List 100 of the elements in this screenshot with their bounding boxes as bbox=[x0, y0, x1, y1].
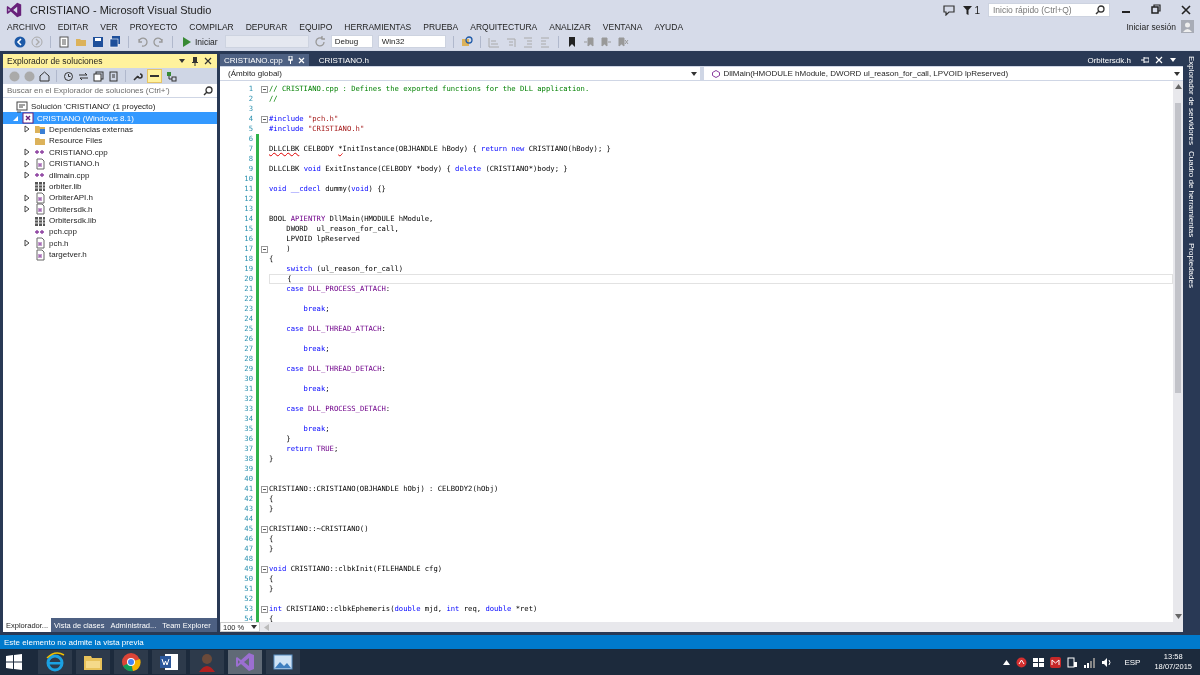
notifications-button[interactable]: 1 bbox=[963, 4, 980, 16]
taskbar-app[interactable] bbox=[266, 650, 300, 674]
preview-tab[interactable]: Orbitersdk.h bbox=[1083, 54, 1135, 66]
tool-window-tab[interactable]: Cuadro de herramientas bbox=[1187, 150, 1196, 238]
configuration-dropdown[interactable]: Debug bbox=[330, 35, 373, 48]
menu-item[interactable]: PROYECTO bbox=[128, 21, 184, 32]
menu-item[interactable]: VER bbox=[99, 21, 124, 32]
tree-item[interactable]: CRISTIANO.h bbox=[3, 157, 217, 170]
save-icon[interactable] bbox=[92, 35, 104, 48]
expand-arrow-icon[interactable] bbox=[24, 148, 30, 157]
tree-item[interactable]: Orbitersdk.lib bbox=[3, 214, 217, 227]
language-indicator[interactable]: ESP bbox=[1124, 657, 1141, 667]
tray-up-icon[interactable] bbox=[1003, 659, 1011, 665]
history-icon[interactable] bbox=[63, 70, 74, 82]
diagram-icon[interactable] bbox=[166, 70, 177, 82]
tree-item[interactable]: Resource Files bbox=[3, 135, 217, 147]
show-files-icon[interactable] bbox=[108, 70, 119, 82]
collapse-icon[interactable] bbox=[260, 605, 268, 613]
document-tab[interactable]: CRISTIANO.cpp bbox=[220, 54, 309, 66]
taskbar-app[interactable] bbox=[114, 650, 148, 674]
volume-icon[interactable] bbox=[1101, 656, 1113, 668]
find-icon[interactable] bbox=[460, 35, 473, 48]
antivirus-icon[interactable] bbox=[1016, 656, 1028, 668]
sign-in-link[interactable]: Iniciar sesión bbox=[1126, 21, 1176, 32]
windows-icon[interactable] bbox=[1033, 656, 1045, 668]
mail-icon[interactable] bbox=[1050, 656, 1062, 668]
menu-item[interactable]: ARCHIVO bbox=[6, 21, 52, 32]
expand-arrow-icon[interactable] bbox=[24, 193, 30, 202]
scrollbar[interactable] bbox=[1173, 81, 1183, 622]
tool-window-tab[interactable]: Propiedades bbox=[1187, 243, 1196, 289]
tree-item[interactable]: Orbitersdk.h bbox=[3, 203, 217, 215]
device-icon[interactable] bbox=[1067, 656, 1079, 668]
menu-item[interactable]: VENTANA bbox=[601, 21, 649, 32]
network-icon[interactable] bbox=[1084, 656, 1096, 668]
menu-item[interactable]: EQUIPO bbox=[298, 21, 339, 32]
member-dropdown[interactable]: DllMain(HMODULE hModule, DWORD ul_reason_for_call, LPVOID lpReserved) bbox=[703, 67, 1183, 80]
expand-arrow-icon[interactable] bbox=[24, 171, 30, 180]
caret-icon bbox=[1174, 71, 1180, 76]
tree-item[interactable]: CRISTIANO.cpp bbox=[3, 146, 217, 158]
tree-item[interactable]: Dependencias externas bbox=[3, 123, 217, 136]
start-button[interactable] bbox=[6, 654, 22, 670]
document-tab[interactable]: CRISTIANO.h bbox=[314, 54, 373, 66]
taskbar-app[interactable] bbox=[76, 650, 110, 674]
collapse-all-icon[interactable] bbox=[93, 70, 104, 82]
caret-icon bbox=[690, 71, 697, 76]
sync-icon[interactable] bbox=[78, 70, 89, 82]
menu-item[interactable]: ANALIZAR bbox=[548, 21, 597, 32]
menu-item[interactable]: ARQUITECTURA bbox=[469, 21, 544, 32]
new-project-icon[interactable] bbox=[58, 35, 70, 48]
menu-item[interactable]: DEPURAR bbox=[244, 21, 294, 32]
start-button[interactable]: Iniciar bbox=[180, 36, 220, 47]
collapse-icon[interactable] bbox=[260, 485, 268, 493]
tree-item[interactable]: dllmain.cpp bbox=[3, 169, 217, 181]
menu-item[interactable]: PRUEBA bbox=[422, 21, 465, 32]
menu-item[interactable]: AYUDA bbox=[653, 21, 690, 32]
tree-item[interactable]: pch.h bbox=[3, 237, 217, 250]
back-icon[interactable] bbox=[14, 35, 26, 48]
expand-arrow-icon[interactable] bbox=[24, 205, 30, 214]
collapse-icon[interactable] bbox=[260, 525, 268, 533]
dropdown-icon[interactable] bbox=[1169, 56, 1177, 64]
collapse-arrow-icon[interactable] bbox=[11, 114, 19, 122]
scope-dropdown[interactable]: (Ámbito global) bbox=[220, 67, 700, 80]
tree-item[interactable]: Solución 'CRISTIANO' (1 proyecto) bbox=[3, 101, 217, 113]
tree-item[interactable]: orbiter.lib bbox=[3, 180, 217, 193]
menu-item[interactable]: EDITAR bbox=[56, 21, 95, 32]
tree-item[interactable]: pch.cpp bbox=[3, 226, 217, 238]
pin-icon[interactable] bbox=[191, 56, 199, 66]
collapse-icon[interactable] bbox=[260, 85, 268, 93]
tree-item[interactable]: OrbiterAPI.h bbox=[3, 192, 217, 204]
tool-window-tab[interactable]: Explorador de servidores bbox=[1187, 56, 1196, 145]
taskbar-app[interactable] bbox=[152, 650, 186, 674]
platform-dropdown[interactable]: Win32 bbox=[377, 35, 446, 48]
collapse-icon[interactable] bbox=[260, 115, 268, 123]
expand-arrow-icon[interactable] bbox=[24, 125, 30, 134]
function-icon bbox=[711, 69, 720, 78]
expand-arrow-icon[interactable] bbox=[24, 239, 30, 248]
project-icon bbox=[22, 112, 34, 125]
home-icon[interactable] bbox=[39, 70, 50, 82]
scroll-up-icon[interactable] bbox=[1174, 84, 1182, 89]
save-all-icon[interactable] bbox=[109, 35, 121, 48]
preview-icon[interactable] bbox=[147, 69, 162, 83]
close-icon[interactable] bbox=[204, 57, 212, 65]
header-file-icon bbox=[34, 191, 46, 204]
pin-icon[interactable] bbox=[286, 56, 294, 64]
tree-item[interactable]: targetver.h bbox=[3, 249, 217, 261]
collapse-icon[interactable] bbox=[260, 565, 268, 573]
folder-icon bbox=[34, 123, 46, 136]
search-field[interactable]: Buscar en el Explorador de soluciones (Ctrl+') bbox=[3, 84, 217, 98]
taskbar-app[interactable] bbox=[38, 650, 72, 674]
pin-icon[interactable] bbox=[1141, 56, 1149, 64]
feedback-icon[interactable] bbox=[943, 4, 956, 16]
wrench-icon[interactable] bbox=[132, 70, 143, 82]
menu-item[interactable]: COMPILAR bbox=[188, 21, 240, 32]
dropdown-icon[interactable] bbox=[178, 57, 186, 65]
collapse-icon[interactable] bbox=[260, 245, 268, 253]
avatar-icon bbox=[197, 652, 217, 672]
expand-arrow-icon[interactable] bbox=[24, 159, 30, 168]
scroll-down-icon[interactable] bbox=[1174, 614, 1182, 619]
menu-item[interactable]: HERRAMIENTAS bbox=[343, 21, 418, 32]
quick-launch-field[interactable]: Inicio rápido (Ctrl+Q) bbox=[988, 3, 1110, 17]
